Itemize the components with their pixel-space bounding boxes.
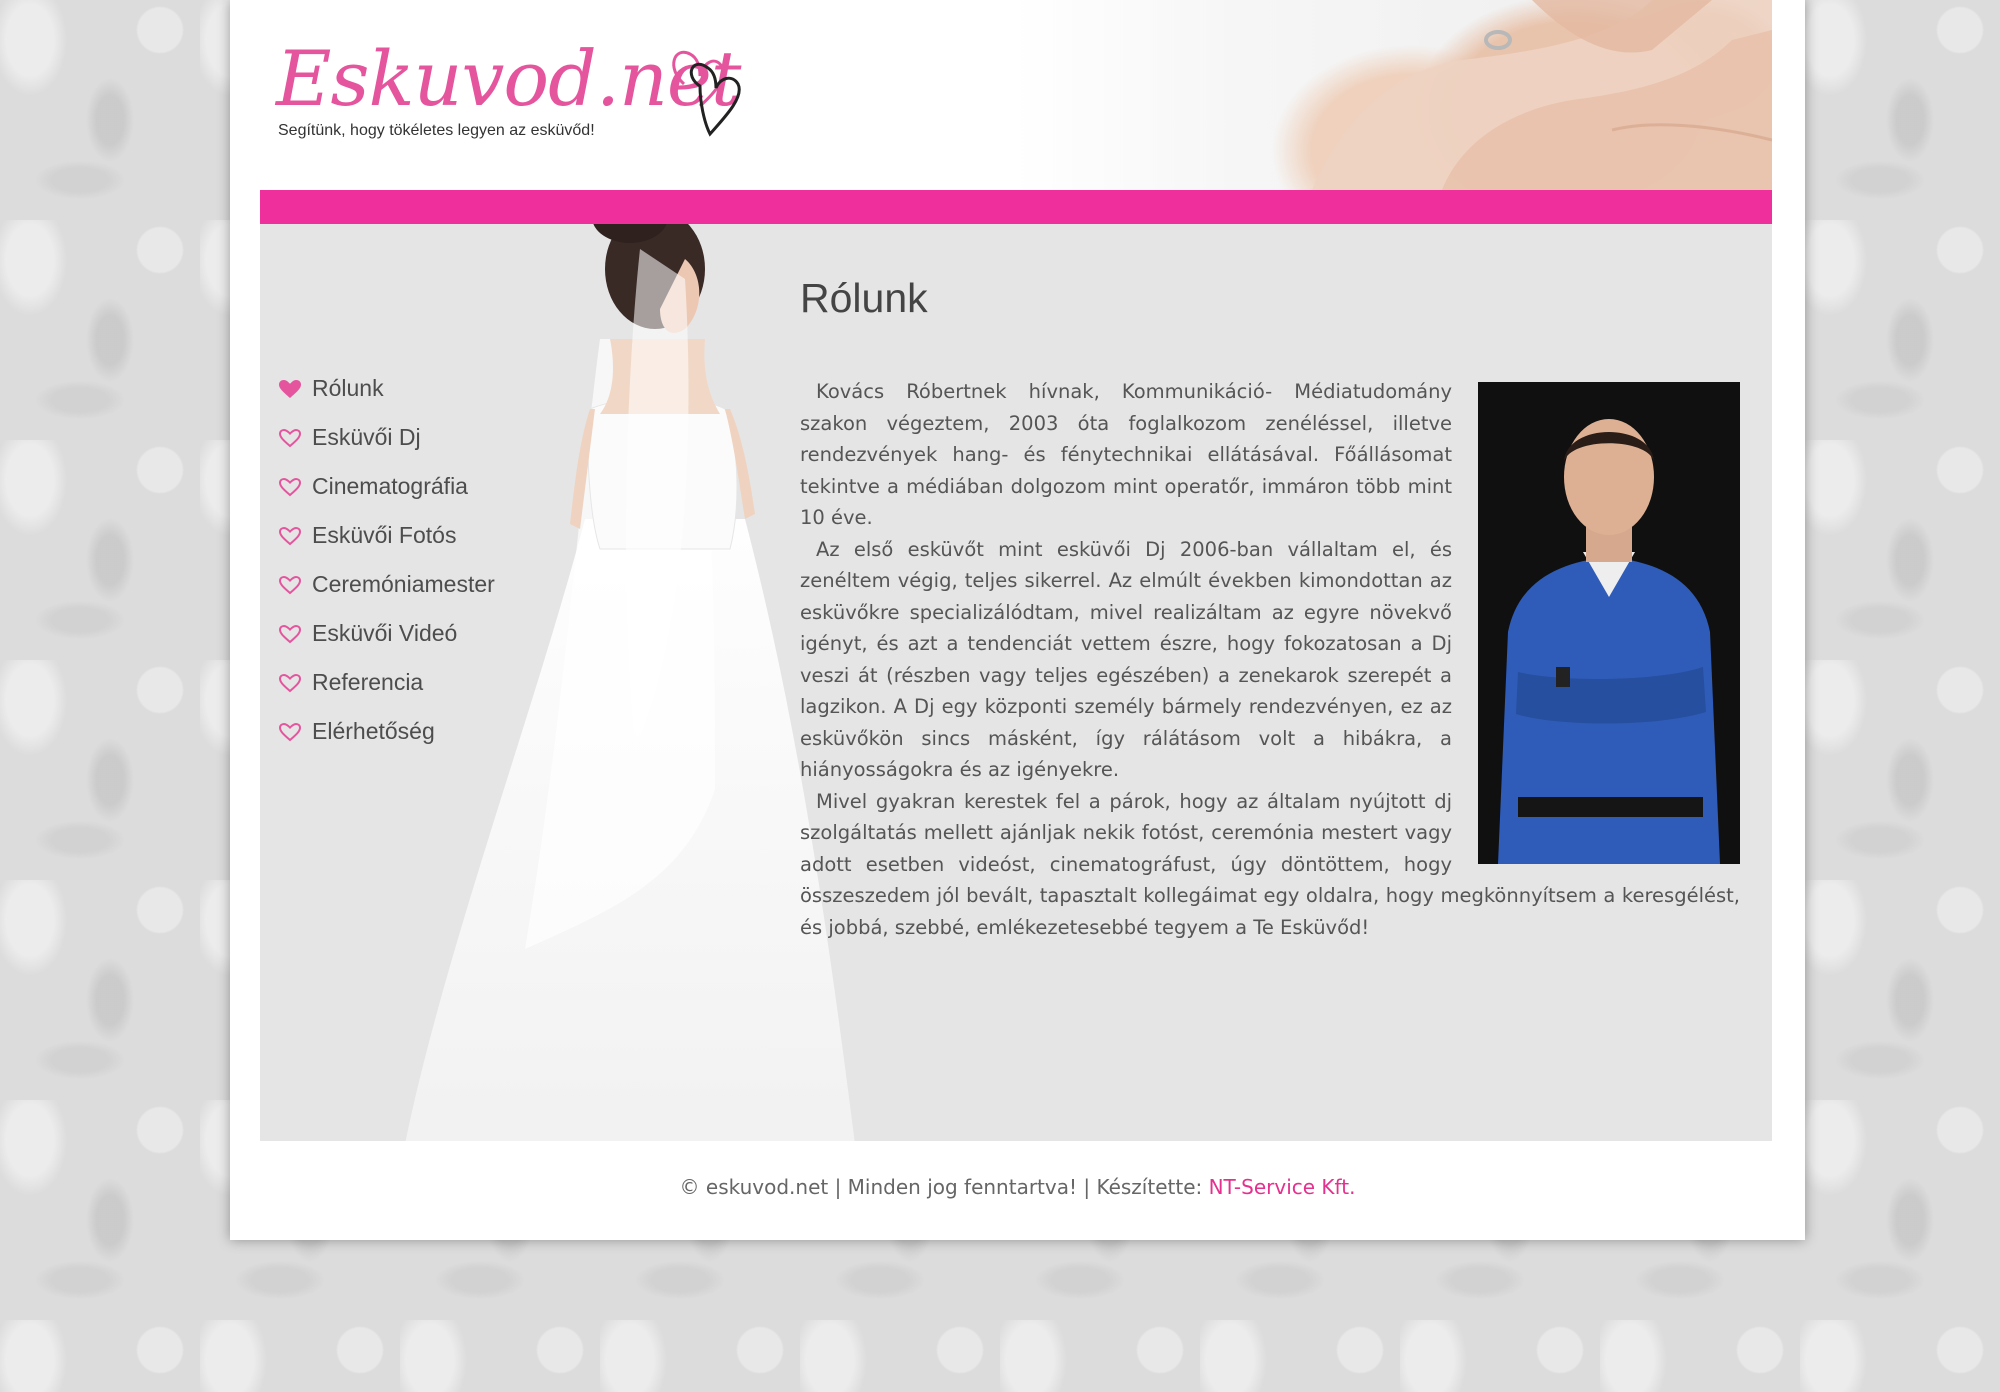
- heart-outline-icon: [278, 428, 302, 447]
- sidebar-item-label: Cinematográfia: [312, 473, 468, 499]
- page-title: Rólunk: [800, 275, 928, 321]
- sidebar-item-label: Ceremóniamester: [312, 571, 495, 597]
- sidebar-item-label: Elérhetőség: [312, 718, 435, 744]
- sidebar-item-rolunk[interactable]: Rólunk: [278, 364, 495, 413]
- heart-filled-icon: [279, 379, 301, 398]
- footer-copyright: © eskuvod.net | Minden jog fenntartva! |…: [679, 1175, 1209, 1199]
- sidebar-item-eskuvoi-dj[interactable]: Esküvői Dj: [278, 413, 495, 462]
- sidebar-item-label: Esküvői Videó: [312, 620, 458, 646]
- footer: © eskuvod.net | Minden jog fenntartva! |…: [230, 1175, 1805, 1199]
- sidebar-item-eskuvoi-video[interactable]: Esküvői Videó: [278, 609, 495, 658]
- sidebar-item-label: Esküvői Fotós: [312, 522, 457, 548]
- sidebar-nav: Rólunk Esküvői Dj Cinematográfia Esküvői…: [278, 364, 495, 756]
- heart-outline-icon: [278, 526, 302, 545]
- heart-outline-icon: [278, 477, 302, 496]
- site-logo[interactable]: Eskuvod.net Segítünk, hogy tökéletes leg…: [276, 34, 796, 154]
- heart-outline-icon: [278, 722, 302, 741]
- sidebar-item-cinematografia[interactable]: Cinematográfia: [278, 462, 495, 511]
- wedding-rings-photo: [1012, 0, 1772, 190]
- sidebar-item-label: Rólunk: [312, 375, 384, 401]
- sidebar-item-label: Esküvői Dj: [312, 424, 421, 450]
- content-area: Rólunk Esküvői Dj Cinematográfia Esküvői…: [260, 224, 1772, 1141]
- heart-outline-icon: [278, 575, 302, 594]
- heart-outline-icon: [278, 673, 302, 692]
- logo-slogan: Segítünk, hogy tökéletes legyen az esküv…: [278, 122, 595, 139]
- heart-outline-icon: [278, 624, 302, 643]
- page-container: Eskuvod.net Segítünk, hogy tökéletes leg…: [230, 0, 1805, 1240]
- main-content: Rólunk Kovács Róbertnek hívnak, Kommunik…: [800, 274, 1740, 943]
- sidebar-item-elerhetoseg[interactable]: Elérhetőség: [278, 707, 495, 756]
- header: Eskuvod.net Segítünk, hogy tökéletes leg…: [260, 0, 1772, 190]
- logo-hearts-icon: [672, 50, 741, 137]
- profile-photo: [1478, 382, 1740, 864]
- sidebar-item-ceremoniamester[interactable]: Ceremóniamester: [278, 560, 495, 609]
- sidebar-item-label: Referencia: [312, 669, 424, 695]
- article-body: Kovács Róbertnek hívnak, Kommunikáció- M…: [800, 376, 1740, 943]
- sidebar-item-referencia[interactable]: Referencia: [278, 658, 495, 707]
- sidebar-item-eskuvoi-fotos[interactable]: Esküvői Fotós: [278, 511, 495, 560]
- accent-bar: [260, 190, 1772, 224]
- footer-credit-link[interactable]: NT-Service Kft.: [1209, 1175, 1356, 1199]
